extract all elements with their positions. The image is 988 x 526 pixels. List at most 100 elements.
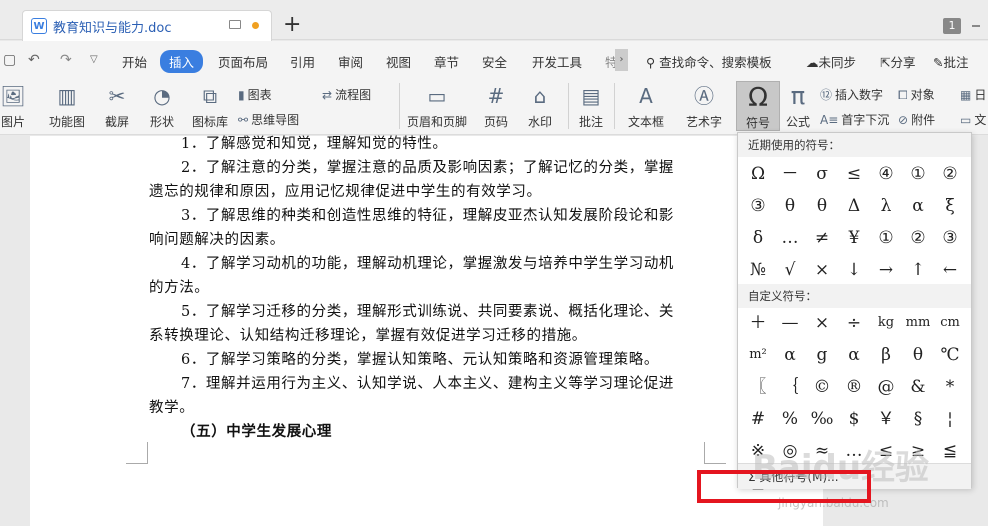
symbol-cell[interactable]: Ω	[742, 158, 774, 190]
menu-references[interactable]: 引用	[290, 52, 315, 71]
symbol-cell[interactable]: ￥	[870, 403, 902, 435]
symbol-cell[interactable]: α	[774, 339, 806, 371]
symbol-cell[interactable]: √	[774, 254, 806, 286]
symbol-cell[interactable]: ©	[806, 371, 838, 403]
symbol-cell[interactable]: ③	[742, 190, 774, 222]
menu-review[interactable]: 审阅	[338, 52, 363, 71]
watermark-button[interactable]: ⌂ 水印	[522, 79, 558, 130]
symbol-cell[interactable]: g	[806, 339, 838, 371]
wordart-button[interactable]: Ⓐ 艺术字	[680, 79, 728, 130]
symbol-cell[interactable]: ←	[934, 254, 966, 286]
menu-start[interactable]: 开始	[122, 52, 147, 71]
function-chart-button[interactable]: ▥ 功能图	[42, 79, 92, 130]
symbol-cell[interactable]: §	[902, 403, 934, 435]
symbol-cell[interactable]: θ	[902, 339, 934, 371]
symbol-cell[interactable]: β	[870, 339, 902, 371]
menu-security[interactable]: 安全	[482, 52, 507, 71]
symbol-cell[interactable]: —	[774, 307, 806, 339]
formula-button[interactable]: π 公式	[784, 79, 812, 130]
symbol-cell[interactable]: ①	[870, 222, 902, 254]
symbol-cell[interactable]: θ	[806, 190, 838, 222]
date-button[interactable]: ▦ 日	[960, 86, 986, 103]
symbol-cell[interactable]: －	[774, 158, 806, 190]
symbol-cell[interactable]: Δ	[838, 190, 870, 222]
symbol-cell[interactable]: №	[742, 254, 774, 286]
symbol-cell[interactable]: ②	[902, 222, 934, 254]
symbol-cell[interactable]: ③	[934, 222, 966, 254]
symbol-cell[interactable]: ℃	[934, 339, 966, 371]
monitor-icon[interactable]	[229, 20, 241, 29]
menu-developer[interactable]: 开发工具	[532, 52, 582, 71]
symbol-cell[interactable]: ¥	[838, 222, 870, 254]
symbol-cell[interactable]: ¦	[934, 403, 966, 435]
symbol-cell[interactable]: ÷	[838, 307, 870, 339]
icon-library-button[interactable]: ⧉ 图标库	[191, 79, 229, 130]
symbol-cell[interactable]: 〖	[742, 371, 774, 403]
symbol-cell[interactable]: λ	[870, 190, 902, 222]
symbol-cell[interactable]: σ	[806, 158, 838, 190]
customize-dropdown-icon[interactable]: ▽	[90, 54, 98, 65]
menu-chapter[interactable]: 章节	[434, 52, 459, 71]
symbol-cell[interactable]: mm	[902, 307, 934, 339]
symbol-cell[interactable]: m²	[742, 339, 774, 371]
insert-number-button[interactable]: ⑫ 插入数字	[820, 86, 883, 103]
attachment-button[interactable]: ⊘ 附件	[898, 111, 935, 128]
symbol-cell[interactable]: &	[902, 371, 934, 403]
sync-button[interactable]: ☁未同步	[806, 52, 856, 71]
drop-cap-button[interactable]: A≡ 首字下沉	[820, 111, 889, 128]
symbol-cell[interactable]: ‰	[806, 403, 838, 435]
new-tab-button[interactable]: +	[283, 14, 301, 36]
symbol-cell[interactable]: *	[934, 371, 966, 403]
shape-button[interactable]: ◔ 形状	[144, 79, 180, 130]
document-parts-button[interactable]: ▭ 文	[960, 111, 986, 128]
object-button[interactable]: ⧠ 对象	[898, 86, 935, 103]
symbol-cell[interactable]: θ	[774, 190, 806, 222]
symbol-cell[interactable]: δ	[742, 222, 774, 254]
symbol-cell[interactable]: ≠	[806, 222, 838, 254]
menu-view[interactable]: 视图	[386, 52, 411, 71]
comment-menu-button[interactable]: ✎批注	[933, 52, 969, 71]
symbol-cell[interactable]: ①	[902, 158, 934, 190]
image-button[interactable]: 🖼 图片	[0, 79, 26, 130]
symbol-cell[interactable]: →	[870, 254, 902, 286]
symbol-cell[interactable]: %	[774, 403, 806, 435]
symbol-cell[interactable]: $	[838, 403, 870, 435]
share-button[interactable]: ⇱分享	[880, 52, 916, 71]
symbol-cell[interactable]: α	[902, 190, 934, 222]
textbox-button[interactable]: A 文本框	[622, 79, 670, 130]
document-tab[interactable]: W 教育知识与能力.doc	[22, 10, 272, 41]
mindmap-button[interactable]: ⚯ 思维导图	[238, 111, 299, 128]
symbol-cell[interactable]: ④	[870, 158, 902, 190]
minimize-icon[interactable]	[972, 25, 980, 27]
screenshot-button[interactable]: ✂ 截屏	[99, 79, 135, 130]
symbol-cell[interactable]: #	[742, 403, 774, 435]
redo-icon[interactable]: ↷	[60, 52, 72, 68]
symbol-cell[interactable]: ≤	[838, 158, 870, 190]
menu-insert[interactable]: 插入	[160, 50, 204, 73]
symbol-cell[interactable]: α	[838, 339, 870, 371]
symbol-cell[interactable]: ↓	[838, 254, 870, 286]
flowchart-button[interactable]: ⇄ 流程图	[322, 86, 371, 103]
symbol-cell[interactable]: ®	[838, 371, 870, 403]
symbol-cell[interactable]: ×	[806, 307, 838, 339]
symbol-cell[interactable]: cm	[934, 307, 966, 339]
window-count-badge[interactable]: 1	[943, 18, 961, 34]
chart-button[interactable]: ▮ 图表	[238, 86, 272, 103]
symbol-cell[interactable]: @	[870, 371, 902, 403]
symbol-cell[interactable]: ↑	[902, 254, 934, 286]
header-footer-button[interactable]: ▭ 页眉和页脚	[406, 79, 468, 130]
symbol-cell[interactable]: ξ	[934, 190, 966, 222]
page-number-button[interactable]: # 页码	[478, 79, 514, 130]
symbol-button[interactable]: Ω 符号	[736, 81, 780, 131]
symbol-cell[interactable]: …	[774, 222, 806, 254]
symbol-cell[interactable]: kg	[870, 307, 902, 339]
symbol-cell[interactable]: ②	[934, 158, 966, 190]
symbol-cell[interactable]: ×	[806, 254, 838, 286]
symbol-cell[interactable]: ＋	[742, 307, 774, 339]
menu-page-layout[interactable]: 页面布局	[218, 52, 268, 71]
quick-access-icon[interactable]: ▢	[3, 52, 16, 68]
undo-icon[interactable]: ↶	[28, 52, 40, 68]
comment-button[interactable]: ▤ 批注	[575, 79, 607, 130]
symbol-cell[interactable]: ｛	[774, 371, 806, 403]
command-search[interactable]: ⚲ 查找命令、搜索模板	[646, 52, 772, 71]
